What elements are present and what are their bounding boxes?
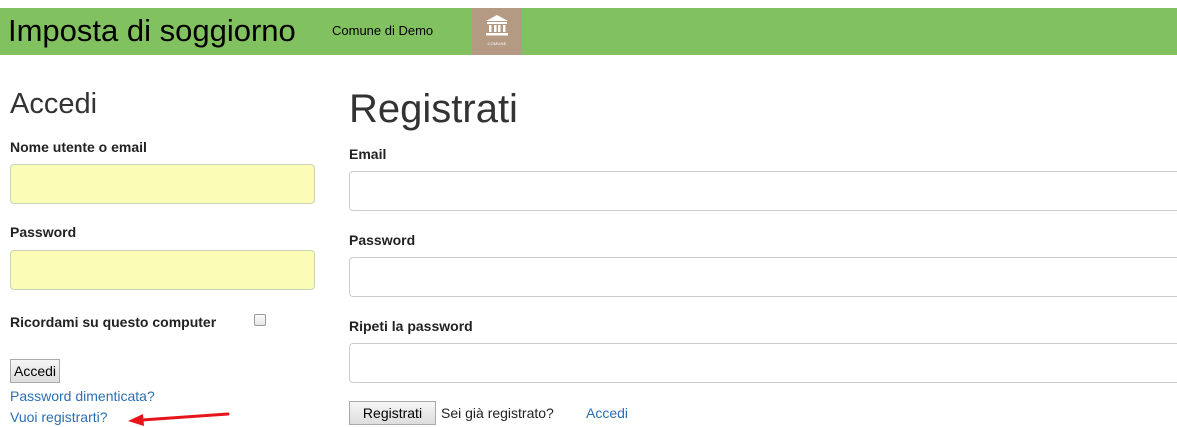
login-button[interactable]: Accedi xyxy=(10,359,60,383)
username-input[interactable] xyxy=(10,164,315,204)
repeat-password-input[interactable] xyxy=(349,343,1177,383)
register-link[interactable]: Vuoi registrarti? xyxy=(10,408,108,426)
remember-me-checkbox[interactable] xyxy=(254,314,266,326)
login-link[interactable]: Accedi xyxy=(586,404,628,422)
register-password-label: Password xyxy=(349,232,416,248)
municipality-building-icon xyxy=(486,15,508,36)
login-password-input[interactable] xyxy=(10,250,315,290)
register-heading: Registrati xyxy=(349,87,518,131)
username-label: Nome utente o email xyxy=(10,139,147,155)
email-label: Email xyxy=(349,146,387,162)
municipality-name: Comune di Demo xyxy=(332,23,434,38)
login-heading: Accedi xyxy=(10,88,98,120)
app-header: Imposta di soggiorno Comune di Demo COMU… xyxy=(0,8,1177,55)
email-input[interactable] xyxy=(349,171,1177,211)
login-password-label: Password xyxy=(10,224,77,240)
app-title: Imposta di soggiorno xyxy=(8,13,296,48)
remember-me-label: Ricordami su questo computer xyxy=(10,314,217,330)
municipality-logo: COMUNE xyxy=(472,8,522,55)
forgot-password-link[interactable]: Password dimenticata? xyxy=(10,387,155,405)
repeat-password-label: Ripeti la password xyxy=(349,318,473,334)
register-password-input[interactable] xyxy=(349,257,1177,297)
red-arrow-icon xyxy=(128,412,230,426)
logo-caption: COMUNE xyxy=(487,41,507,46)
register-button[interactable]: Registrati xyxy=(349,401,436,425)
already-registered-text: Sei già registrato? xyxy=(441,405,554,421)
